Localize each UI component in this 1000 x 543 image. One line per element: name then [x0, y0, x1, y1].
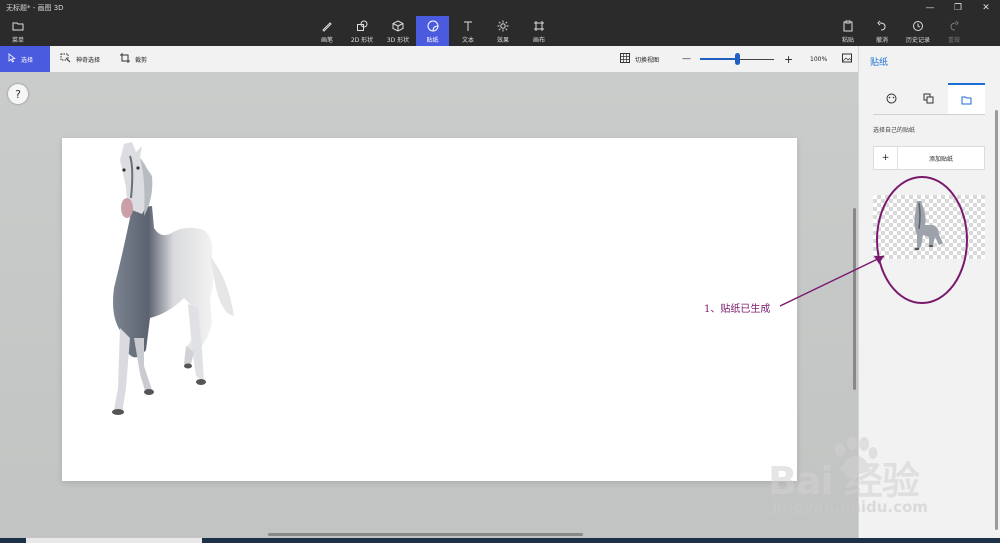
zoom-in-button[interactable]: +	[776, 46, 801, 72]
divider	[873, 114, 985, 115]
tool-brushes[interactable]: 画笔	[312, 16, 342, 46]
crop-button[interactable]: 裁剪	[112, 46, 155, 72]
history-label: 历史记录	[905, 36, 930, 44]
tool-label: 2D 形状	[350, 36, 374, 44]
tool-label: 贴纸	[426, 36, 439, 44]
tool-label: 文本	[461, 36, 474, 44]
window-controls: — ❐ ✕	[916, 0, 1000, 16]
plus-icon: +	[874, 147, 898, 169]
close-button[interactable]: ✕	[972, 0, 1000, 16]
add-sticker-button[interactable]: + 添加贴纸	[873, 146, 985, 170]
tool-3d-shapes[interactable]: 3D 形状	[382, 16, 414, 46]
help-button[interactable]: ?	[8, 84, 28, 104]
magic-select-button[interactable]: 神奇选择	[52, 46, 108, 72]
tool-stickers[interactable]: 贴纸	[416, 16, 449, 46]
crop-label: 裁剪	[135, 56, 148, 64]
3d-shapes-icon	[390, 19, 406, 33]
tool-effects[interactable]: 效果	[488, 16, 518, 46]
magic-select-label: 神奇选择	[76, 56, 101, 64]
crop-icon	[120, 53, 130, 65]
panel-tabs	[873, 83, 985, 114]
horizontal-scrollbar[interactable]	[268, 533, 583, 536]
custom-sticker-thumbnail[interactable]	[873, 195, 985, 259]
command-bar: 无标题* - 画图 3D — ❐ ✕ 菜单 画笔 2D 形状 3D 形状 贴纸	[0, 0, 1000, 46]
drawing-canvas[interactable]	[62, 138, 797, 481]
redo-label: 重做	[947, 36, 960, 44]
section-label: 选择自己的贴纸	[873, 127, 916, 134]
tool-label: 3D 形状	[386, 36, 410, 44]
annotation-text: 1、贴纸已生成	[704, 304, 771, 315]
image-icon	[842, 53, 852, 65]
panel-scrollbar[interactable]	[995, 110, 998, 530]
select-label: 选择	[21, 56, 34, 64]
toggle-view-label: 切换视图	[635, 56, 660, 64]
redo-icon	[946, 19, 962, 33]
history-button[interactable]: 历史记录	[900, 16, 936, 46]
tab-textures[interactable]	[910, 83, 947, 114]
text-icon	[460, 19, 476, 33]
tab-sticker-shapes[interactable]	[873, 83, 910, 114]
paste-button[interactable]: 粘贴	[836, 16, 860, 46]
folder-icon	[10, 19, 26, 33]
sticker-icon	[425, 19, 441, 33]
watermark-url: jingyan.baidu.com	[772, 498, 928, 516]
baidu-watermark: Bai 经验 jingyan.baidu.com	[758, 432, 994, 528]
tool-text[interactable]: 文本	[453, 16, 483, 46]
history-icon	[910, 19, 926, 33]
menu-button[interactable]: 菜单	[4, 16, 32, 46]
undo-button[interactable]: 撤消	[870, 16, 894, 46]
image-view-button[interactable]	[834, 46, 860, 72]
toggle-view-button[interactable]: 切换视图	[612, 46, 667, 72]
undo-label: 撤消	[875, 36, 888, 44]
cursor-icon	[8, 53, 16, 65]
selection-toolbar: 选择 神奇选择 裁剪 切换视图 — + 100%	[0, 46, 858, 72]
zoom-slider-fill	[700, 58, 737, 60]
effects-icon	[495, 19, 511, 33]
paste-label: 粘贴	[841, 36, 854, 44]
brush-icon	[319, 19, 335, 33]
watermark-main: Bai 经验	[768, 459, 920, 503]
canvas-icon	[531, 19, 547, 33]
custom-sticker-folder-icon	[961, 90, 972, 109]
zoom-level: 100%	[810, 55, 828, 63]
panel-title: 贴纸	[870, 58, 889, 68]
tool-2d-shapes[interactable]: 2D 形状	[346, 16, 378, 46]
paste-icon	[840, 19, 856, 33]
zoom-out-button[interactable]: —	[674, 46, 699, 72]
grid-view-icon	[620, 53, 630, 65]
tool-canvas[interactable]: 画布	[524, 16, 554, 46]
undo-icon	[874, 19, 890, 33]
vertical-scrollbar[interactable]	[853, 208, 856, 390]
add-sticker-label: 添加贴纸	[928, 155, 953, 163]
horse-sticker-icon	[914, 201, 943, 251]
texture-icon	[923, 89, 934, 108]
redo-button[interactable]: 重做	[942, 16, 966, 46]
sticker-shapes-icon	[886, 89, 897, 108]
tool-label: 画布	[532, 36, 545, 44]
restore-button[interactable]: ❐	[944, 0, 972, 16]
magic-select-icon	[60, 53, 71, 65]
horse-image[interactable]	[84, 138, 254, 428]
tool-label: 效果	[496, 36, 509, 44]
menu-label: 菜单	[11, 36, 24, 44]
tab-custom-stickers[interactable]	[947, 83, 985, 114]
minimize-button[interactable]: —	[916, 0, 944, 16]
zoom-slider-thumb[interactable]	[734, 53, 740, 65]
window-title: 无标题* - 画图 3D	[6, 4, 64, 12]
2d-shapes-icon	[354, 19, 370, 33]
taskbar-app[interactable]	[26, 538, 202, 543]
select-button[interactable]: 选择	[0, 46, 50, 72]
tool-label: 画笔	[320, 36, 333, 44]
